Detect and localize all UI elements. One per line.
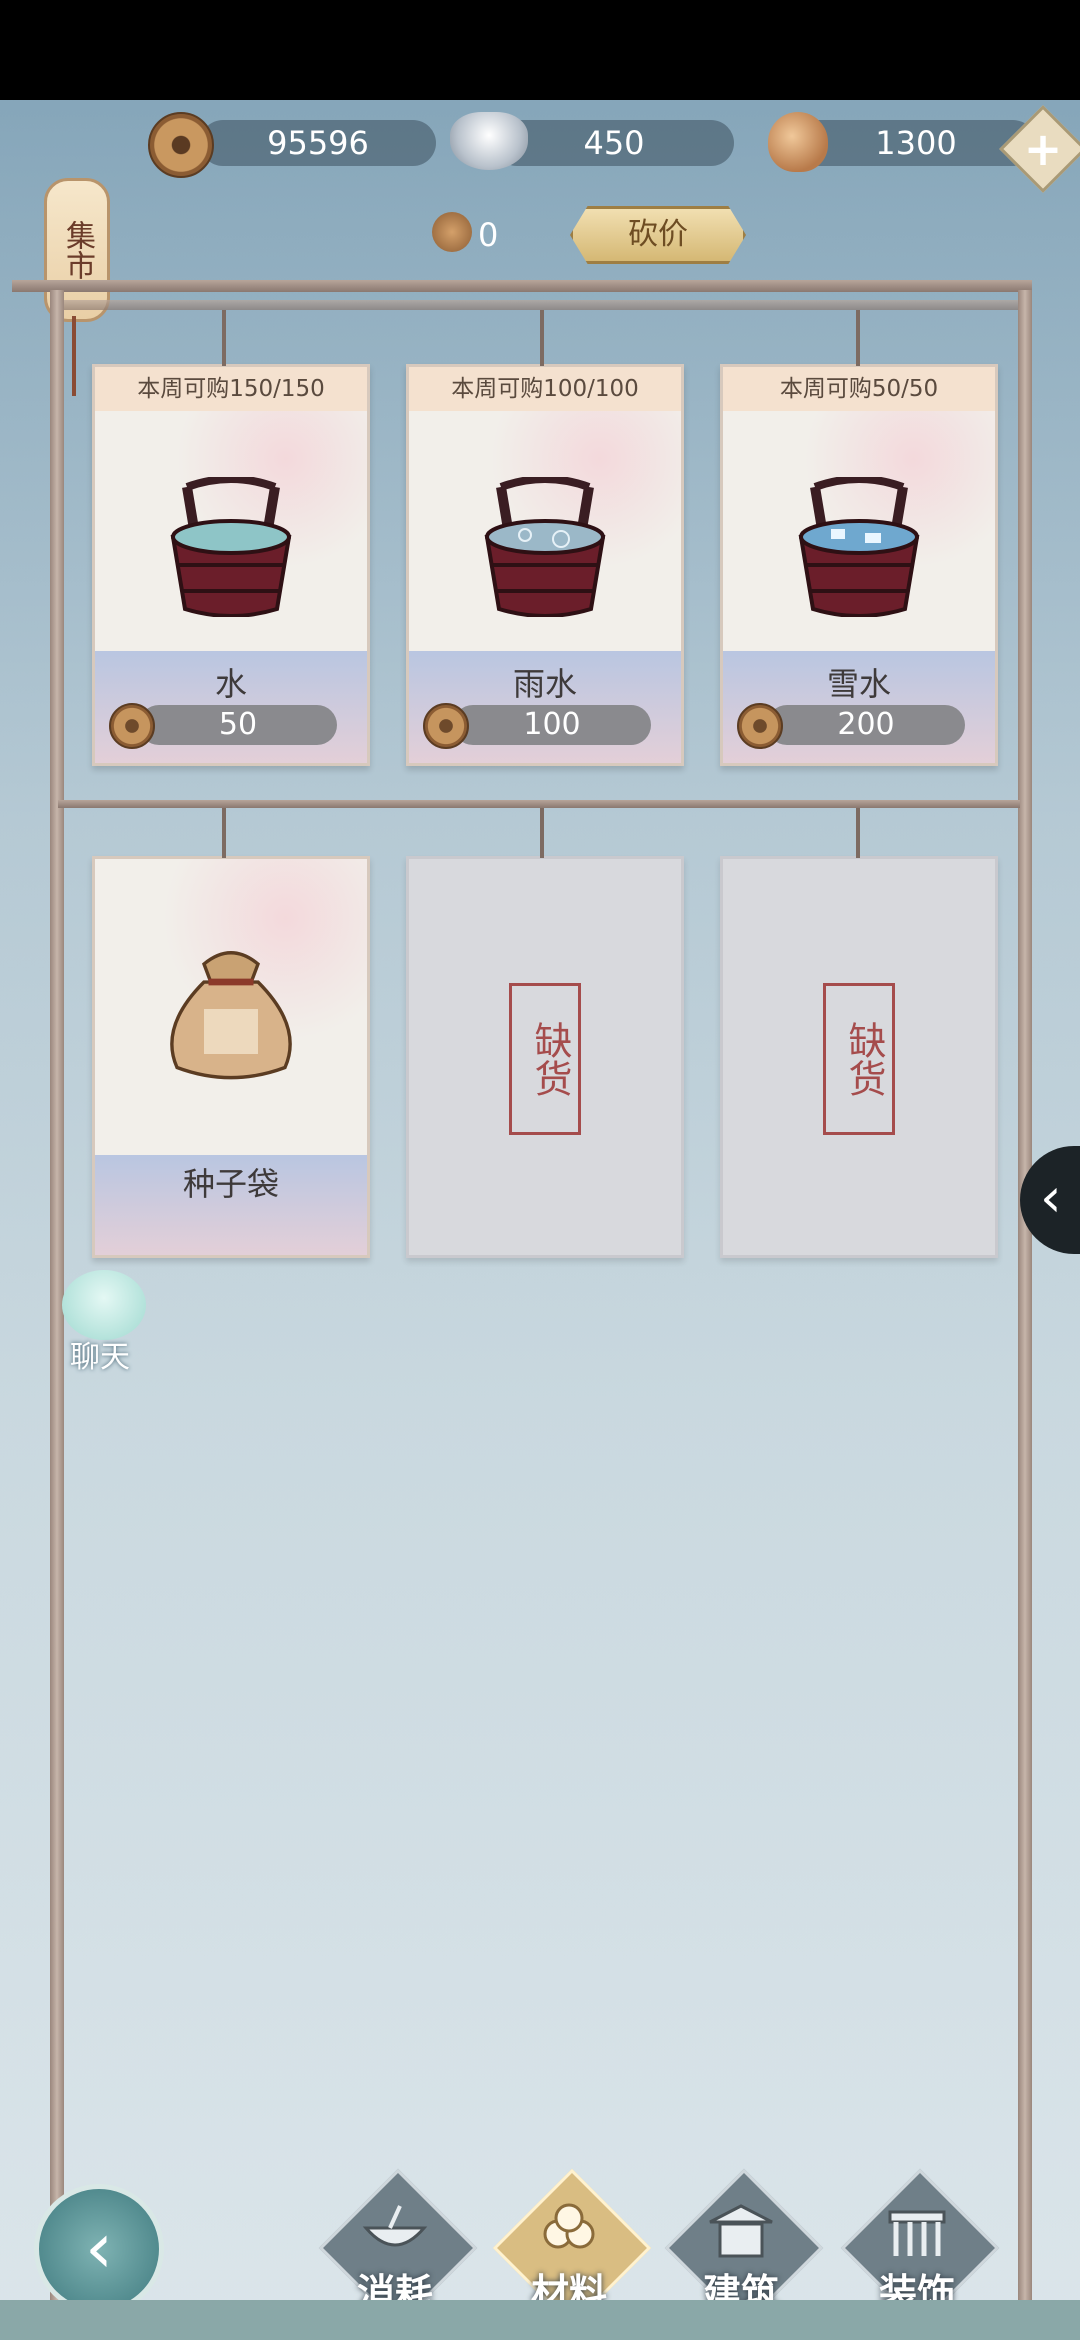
copper-balance: 95596 — [200, 120, 436, 166]
add-currency-button[interactable]: + — [999, 105, 1080, 193]
chat-label: 聊天 — [70, 1340, 130, 1375]
hanger-hook — [222, 808, 226, 858]
tab-consumables[interactable]: 消耗 — [318, 2168, 478, 2328]
item-footer: 雨水 100 — [409, 651, 681, 763]
price-tag: 100 — [453, 705, 651, 745]
decoration-icon — [888, 2210, 946, 2256]
sold-out-stamp: 缺货 — [823, 983, 895, 1135]
copper-coin-icon — [109, 703, 155, 749]
shop-slot-empty: 缺货 — [720, 856, 998, 1258]
chevron-left-icon: ‹ — [1040, 1166, 1062, 1229]
plus-icon: + — [1023, 122, 1063, 176]
silver-ingot-icon — [450, 112, 528, 170]
tab-materials[interactable]: 材料 — [492, 2168, 652, 2328]
shop-item-rain-water[interactable]: 本周可购100/100 雨水 100 — [406, 364, 684, 766]
tab-decorations[interactable]: 装饰 — [840, 2168, 1000, 2328]
market-title: 集市 — [60, 220, 95, 280]
copper-value: 95596 — [267, 124, 369, 162]
item-name: 水 — [214, 665, 247, 703]
hanger-hook — [540, 310, 544, 366]
sold-out-stamp: 缺货 — [509, 983, 581, 1135]
rack-right-post — [1018, 290, 1032, 2300]
shell-icon — [768, 112, 828, 172]
shop-item-snow-water[interactable]: 本周可购50/50 雪水 200 — [720, 364, 998, 766]
sold-out-label: 缺货 — [842, 1021, 886, 1097]
shell-value: 1300 — [875, 124, 957, 162]
bargain-token-count: 0 — [478, 216, 499, 254]
hanger-hook — [540, 808, 544, 858]
price-tag: 200 — [767, 705, 965, 745]
bowl-icon — [362, 2205, 428, 2247]
status-bar — [0, 0, 1080, 100]
tab-buildings[interactable]: 建筑 — [664, 2168, 824, 2328]
back-button[interactable]: ‹ — [34, 2184, 164, 2314]
item-art — [95, 411, 367, 651]
copper-coin-icon — [737, 703, 783, 749]
lantern-tassel — [72, 316, 76, 396]
price-tag: 50 — [139, 705, 337, 745]
item-footer: 雪水 200 — [723, 651, 995, 763]
building-icon — [709, 2204, 773, 2258]
bargain-token-icon — [432, 212, 472, 252]
shop-item-water[interactable]: 本周可购150/150 水 50 — [92, 364, 370, 766]
item-name: 雪水 — [826, 665, 891, 703]
copper-coin-icon — [423, 703, 469, 749]
rack-top-beam — [12, 280, 1032, 292]
purchase-limit: 本周可购100/100 — [409, 367, 681, 411]
item-footer: 水 50 — [95, 651, 367, 763]
item-name: 种子袋 — [182, 1165, 279, 1203]
chat-spirit-icon — [62, 1270, 146, 1340]
hanger-hook — [222, 310, 226, 366]
silver-balance: 450 — [494, 120, 734, 166]
rain-water-bucket-icon — [484, 477, 606, 617]
shell-balance: 1300 — [796, 120, 1036, 166]
silver-value: 450 — [583, 124, 645, 162]
purchase-limit: 本周可购50/50 — [723, 367, 995, 411]
hanger-hook — [856, 808, 860, 858]
copper-coin-icon — [148, 112, 214, 178]
back-arrow-icon: ‹ — [85, 2207, 113, 2289]
hanger-hook — [856, 310, 860, 366]
rack-middle-beam — [58, 800, 1020, 808]
chat-button[interactable]: 聊天 — [52, 1270, 148, 1375]
shop-slot-empty: 缺货 — [406, 856, 684, 1258]
item-footer: 种子袋 — [95, 1155, 367, 1255]
bottom-ground — [0, 2300, 1080, 2340]
bargain-button[interactable]: 砍价 — [570, 206, 746, 264]
water-bucket-icon — [170, 477, 292, 617]
item-name: 雨水 — [512, 665, 577, 703]
shop-item-seed-bag[interactable]: 种子袋 — [92, 856, 370, 1258]
snow-water-bucket-icon — [798, 477, 920, 617]
sold-out-label: 缺货 — [528, 1021, 572, 1097]
purchase-limit: 本周可购150/150 — [95, 367, 367, 411]
item-art — [723, 411, 995, 651]
item-art — [409, 411, 681, 651]
rack-top-lattice — [60, 300, 1020, 310]
item-art — [95, 859, 367, 1155]
materials-icon — [543, 2203, 595, 2249]
seed-bag-icon — [170, 951, 292, 1080]
